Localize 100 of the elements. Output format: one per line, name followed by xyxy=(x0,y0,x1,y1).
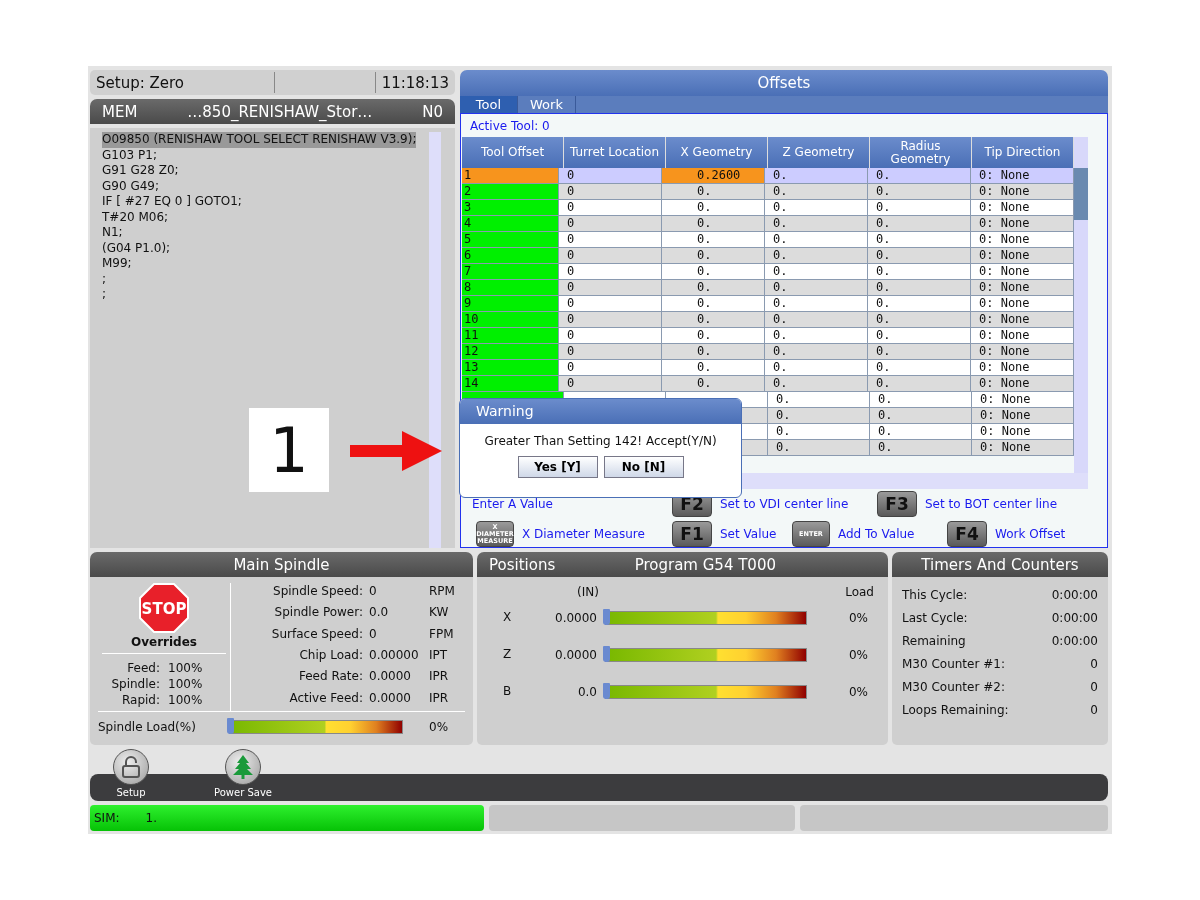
table-cell[interactable]: 0. xyxy=(662,344,765,360)
table-cell[interactable]: 0: None xyxy=(971,200,1074,216)
table-cell[interactable]: 0. xyxy=(868,200,971,216)
table-cell[interactable]: 0: None xyxy=(971,168,1074,184)
table-cell[interactable]: 0. xyxy=(768,440,870,456)
table-cell[interactable]: 0. xyxy=(868,280,971,296)
table-cell[interactable]: 0. xyxy=(662,248,765,264)
table-cell[interactable]: 0. xyxy=(765,200,868,216)
table-cell[interactable]: 8 xyxy=(462,280,559,296)
table-cell[interactable]: 0. xyxy=(868,376,971,392)
table-cell[interactable]: 0: None xyxy=(971,264,1074,280)
table-cell[interactable]: 0 xyxy=(559,280,662,296)
table-cell[interactable]: 0. xyxy=(868,360,971,376)
table-cell[interactable]: 0. xyxy=(868,232,971,248)
table-cell[interactable]: 0. xyxy=(662,184,765,200)
code-line[interactable]: (G04 P1.0); xyxy=(102,240,171,256)
table-cell[interactable]: 0. xyxy=(765,168,868,184)
table-cell[interactable]: 0 xyxy=(559,344,662,360)
table-cell[interactable]: 0. xyxy=(765,312,868,328)
table-cell[interactable]: 0. xyxy=(870,424,972,440)
table-cell[interactable]: 2 xyxy=(462,184,559,200)
table-cell[interactable]: 0 xyxy=(559,312,662,328)
table-cell[interactable]: 0: None xyxy=(972,424,1074,440)
table-cell[interactable]: 13 xyxy=(462,360,559,376)
scroll-thumb[interactable] xyxy=(1074,168,1088,220)
scrollbar[interactable] xyxy=(429,132,441,548)
table-cell[interactable]: 0: None xyxy=(971,232,1074,248)
table-cell[interactable]: 3 xyxy=(462,200,559,216)
table-cell[interactable]: 0. xyxy=(870,440,972,456)
table-cell[interactable]: 0. xyxy=(868,184,971,200)
code-line[interactable]: G103 P1; xyxy=(102,147,157,163)
code-line[interactable]: G90 G49; xyxy=(102,178,159,194)
table-cell[interactable]: 0 xyxy=(559,296,662,312)
table-cell[interactable]: 0. xyxy=(768,424,870,440)
table-cell[interactable]: 0. xyxy=(765,360,868,376)
table-cell[interactable]: 0. xyxy=(765,184,868,200)
table-cell[interactable]: 0: None xyxy=(971,184,1074,200)
table-cell[interactable]: 0. xyxy=(868,296,971,312)
table-cell[interactable]: 0. xyxy=(868,328,971,344)
table-cell[interactable]: 0 xyxy=(559,168,662,184)
table-cell[interactable]: 0. xyxy=(870,408,972,424)
table-cell[interactable]: 0. xyxy=(765,232,868,248)
function-key[interactable]: F3 xyxy=(877,491,917,517)
table-cell[interactable]: 0: None xyxy=(971,344,1074,360)
code-line[interactable]: M99; xyxy=(102,256,132,272)
table-cell[interactable]: 0. xyxy=(662,360,765,376)
table-cell[interactable]: 0. xyxy=(768,392,870,408)
table-cell[interactable]: 7 xyxy=(462,264,559,280)
code-line[interactable]: ; xyxy=(102,271,107,287)
table-cell[interactable]: 0: None xyxy=(971,376,1074,392)
table-cell[interactable]: 0. xyxy=(662,376,765,392)
table-cell[interactable]: 10 xyxy=(462,312,559,328)
table-cell[interactable]: 0. xyxy=(765,296,868,312)
code-line[interactable]: IF [ #27 EQ 0 ] GOTO1; xyxy=(102,194,242,210)
table-cell[interactable]: 0 xyxy=(559,360,662,376)
table-cell[interactable]: 0. xyxy=(868,216,971,232)
table-cell[interactable]: 14 xyxy=(462,376,559,392)
table-cell[interactable]: 0. xyxy=(868,168,971,184)
table-cell[interactable]: 0. xyxy=(765,344,868,360)
table-cell[interactable]: 0. xyxy=(662,328,765,344)
table-cell[interactable]: 0: None xyxy=(971,328,1074,344)
table-cell[interactable]: 5 xyxy=(462,232,559,248)
toolbar-button[interactable]: Setup xyxy=(100,749,162,798)
scrollbar[interactable] xyxy=(1074,137,1088,473)
table-cell[interactable]: 0 xyxy=(559,264,662,280)
table-cell[interactable]: 0 xyxy=(559,328,662,344)
table-cell[interactable]: 12 xyxy=(462,344,559,360)
table-cell[interactable]: 0 xyxy=(559,248,662,264)
table-cell[interactable]: 0. xyxy=(662,312,765,328)
table-cell[interactable]: 0 xyxy=(559,184,662,200)
table-cell[interactable]: 0. xyxy=(662,232,765,248)
toolbar-button[interactable]: Power Save xyxy=(212,749,274,798)
table-cell[interactable]: 9 xyxy=(462,296,559,312)
table-cell[interactable]: 0. xyxy=(765,248,868,264)
table-cell[interactable]: 0. xyxy=(768,408,870,424)
table-cell[interactable]: 0. xyxy=(662,264,765,280)
table-cell[interactable]: 0 xyxy=(559,232,662,248)
function-key[interactable]: F1 xyxy=(672,521,712,547)
code-line[interactable]: N1; xyxy=(102,225,123,241)
table-cell[interactable]: 0: None xyxy=(972,392,1074,408)
table-cell[interactable]: 0. xyxy=(868,248,971,264)
table-cell[interactable]: 0: None xyxy=(971,360,1074,376)
table-cell[interactable]: 0. xyxy=(662,200,765,216)
table-cell[interactable]: 11 xyxy=(462,328,559,344)
function-key[interactable]: F4 xyxy=(947,521,987,547)
table-cell[interactable]: 0: None xyxy=(972,408,1074,424)
table-cell[interactable]: 0. xyxy=(662,280,765,296)
code-line[interactable]: G91 G28 Z0; xyxy=(102,163,179,179)
table-cell[interactable]: 0.2600 xyxy=(662,168,765,184)
code-line[interactable]: T#20 M06; xyxy=(102,209,169,225)
table-cell[interactable]: 0. xyxy=(870,392,972,408)
table-cell[interactable]: 0: None xyxy=(972,440,1074,456)
table-cell[interactable]: 0. xyxy=(868,312,971,328)
code-line[interactable]: ; xyxy=(102,287,107,303)
table-cell[interactable]: 0 xyxy=(559,216,662,232)
table-cell[interactable]: 4 xyxy=(462,216,559,232)
table-cell[interactable]: 0: None xyxy=(971,280,1074,296)
table-cell[interactable]: 0: None xyxy=(971,296,1074,312)
table-cell[interactable]: 0. xyxy=(662,296,765,312)
dialog-button[interactable]: Yes [Y] xyxy=(517,456,598,478)
